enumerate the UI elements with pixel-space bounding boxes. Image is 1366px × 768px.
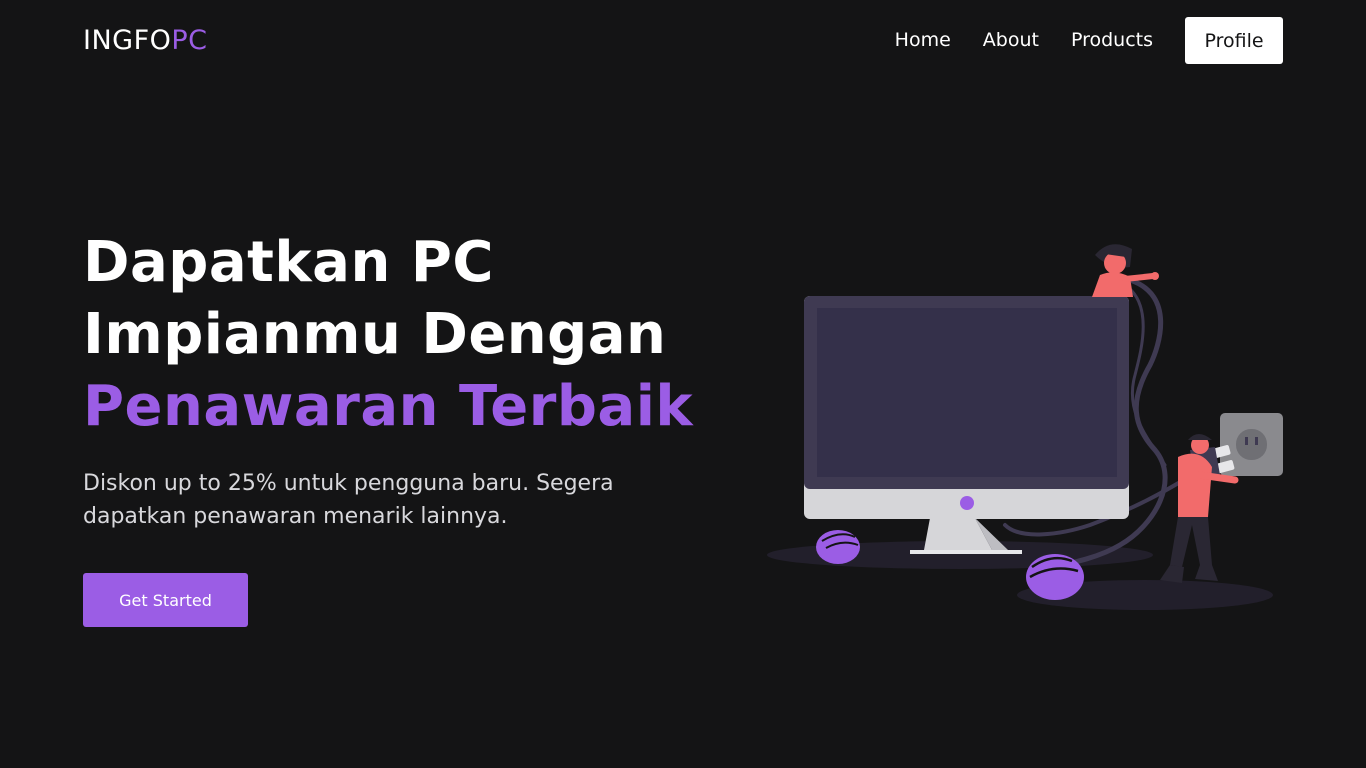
nav-about-link[interactable]: About	[983, 17, 1039, 64]
hero-description: Diskon up to 25% untuk pengguna baru. Se…	[83, 471, 614, 529]
hero-title-line-2: Impianmu Dengan	[83, 302, 667, 367]
person-plugging-pc-illustration	[767, 244, 1283, 610]
hero-title-line-1: Dapatkan PC	[83, 230, 494, 295]
hero-title-line-3: Penawaran Terbaik	[83, 374, 694, 439]
brand-text-accent: PC	[171, 25, 208, 56]
nav-products-link[interactable]: Products	[1071, 17, 1153, 64]
navbar: INGFOPC Home About Products Profile	[0, 0, 1366, 82]
brand-logo[interactable]: INGFOPC	[83, 24, 208, 58]
brand-text-main: INGFO	[83, 25, 172, 56]
profile-button[interactable]: Profile	[1185, 17, 1283, 64]
hero-title: Dapatkan PC Impianmu Dengan Penawaran Te…	[83, 227, 693, 443]
nav-links: Home About Products Profile	[895, 17, 1283, 64]
nav-home-link[interactable]: Home	[895, 17, 951, 64]
get-started-button[interactable]: Get Started	[83, 573, 248, 627]
